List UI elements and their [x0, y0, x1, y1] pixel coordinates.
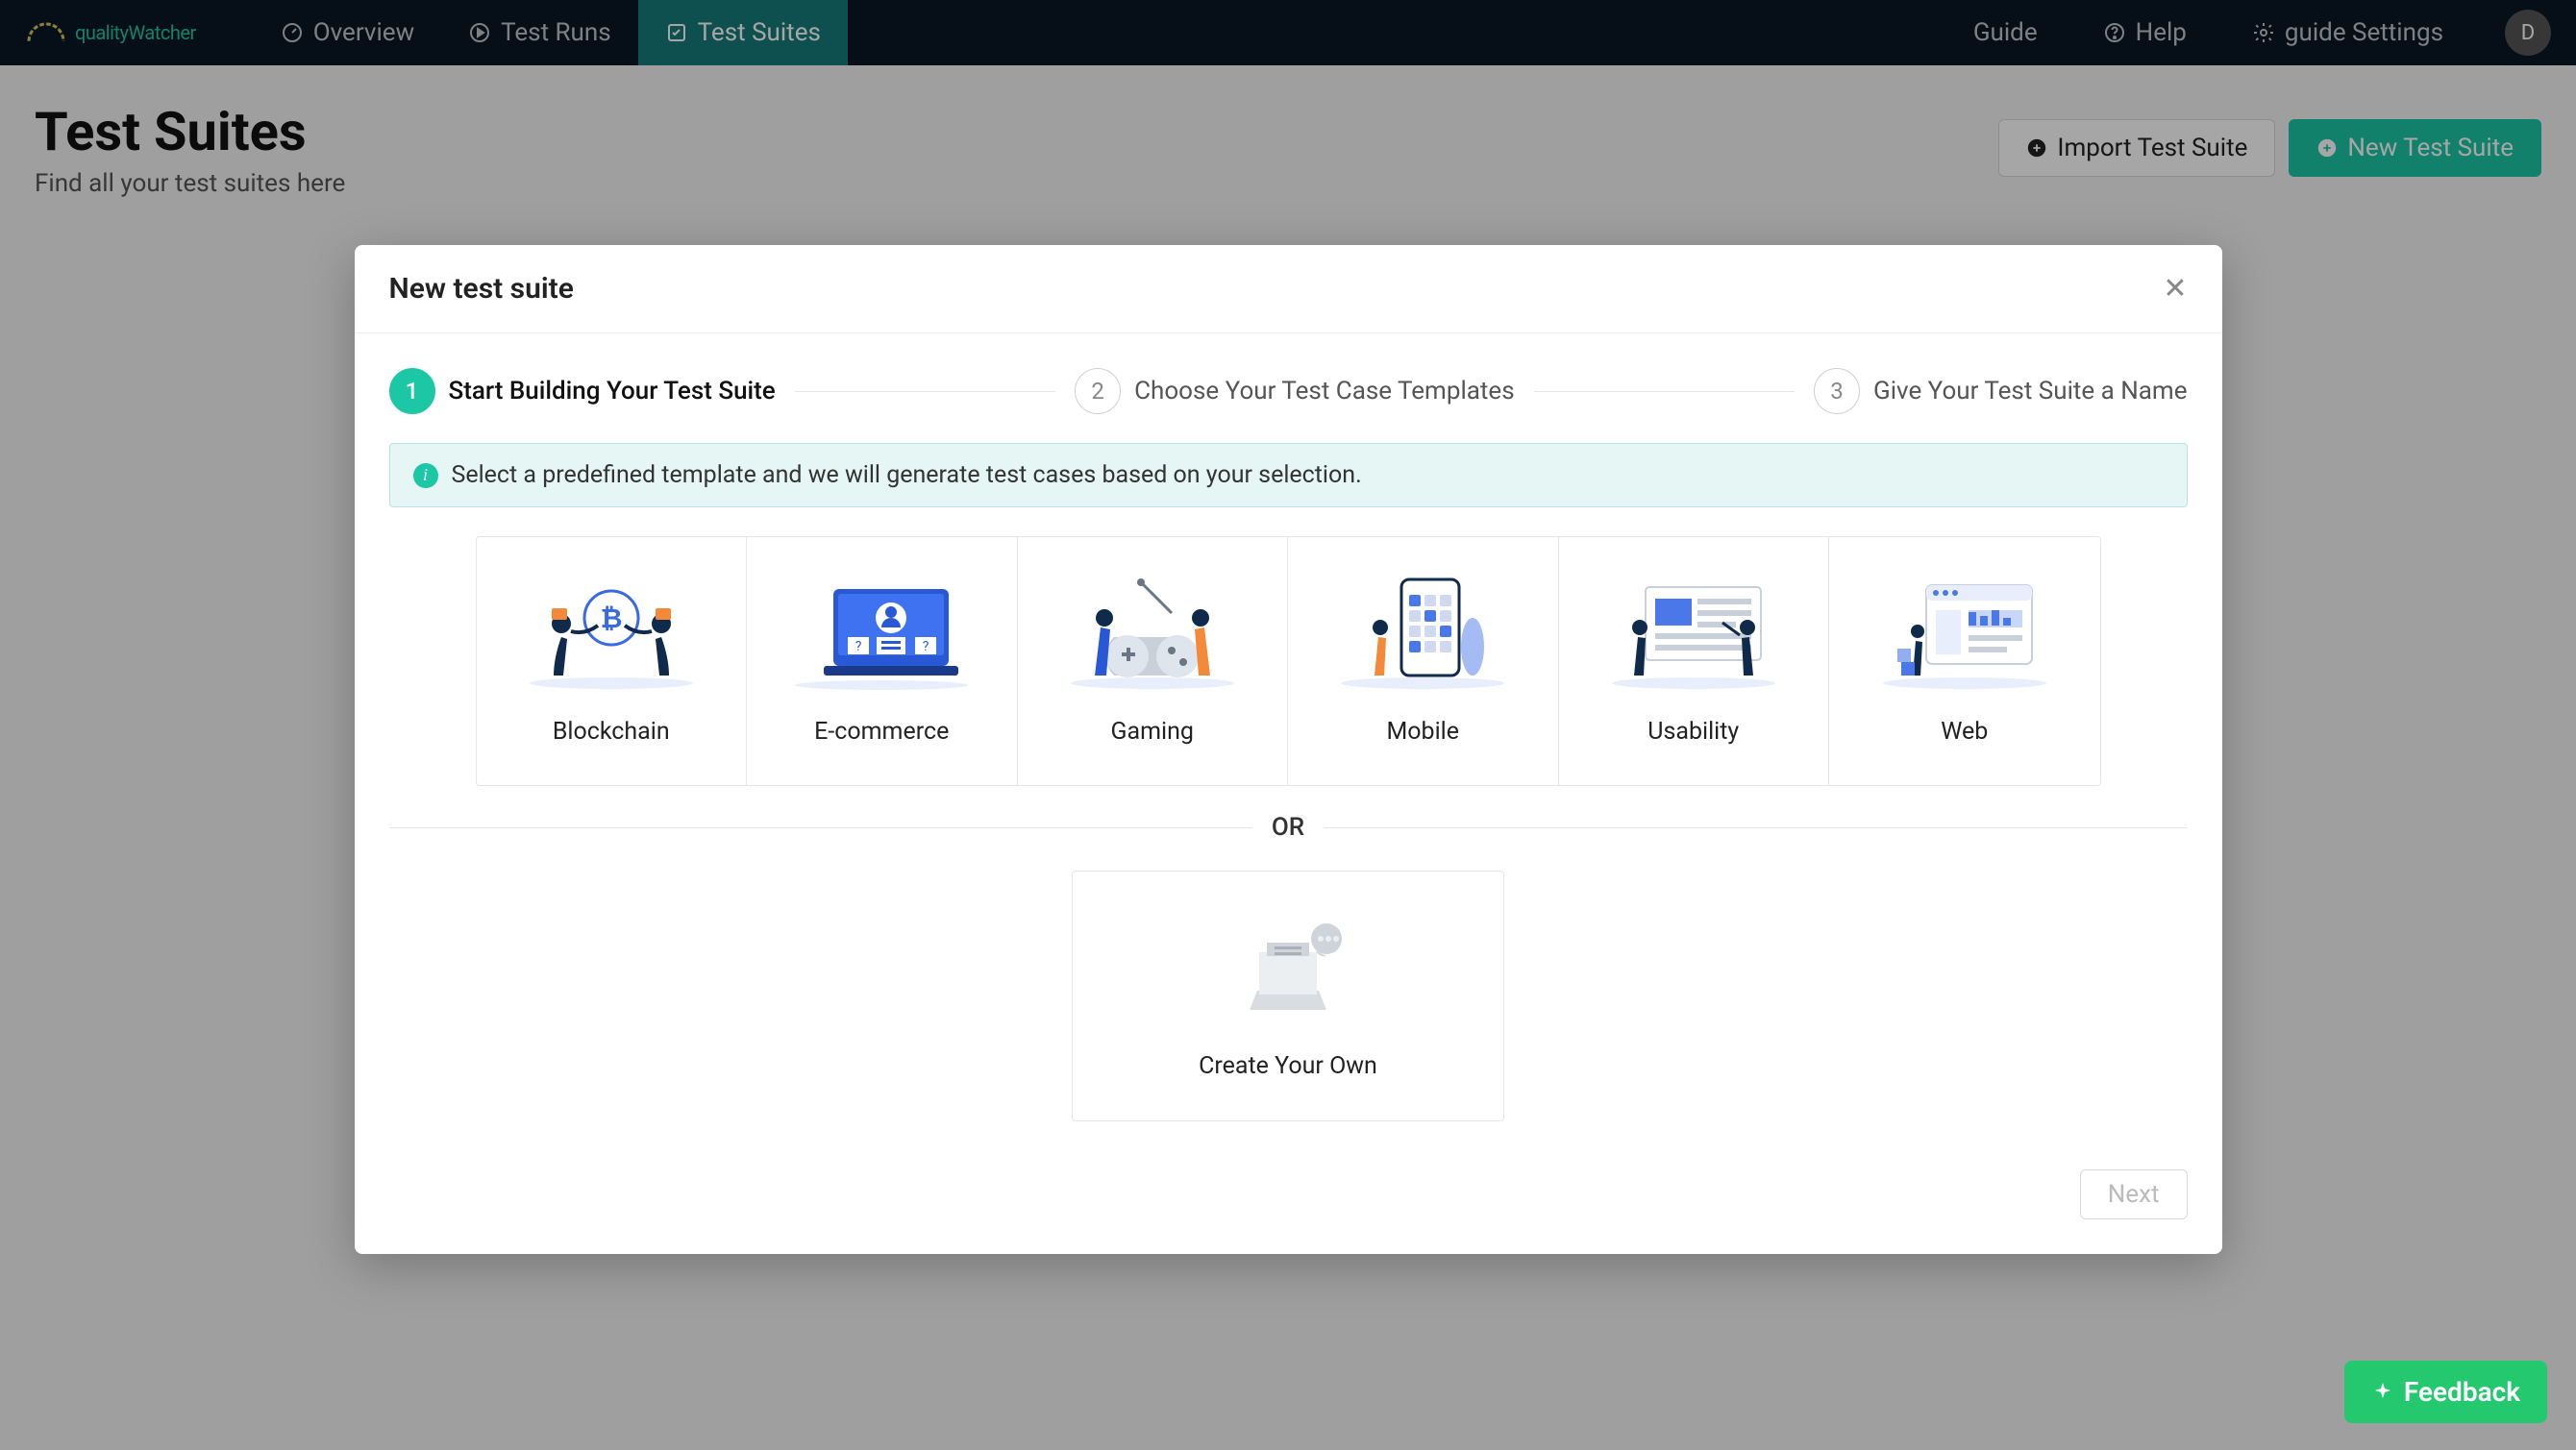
step-1-label: Start Building Your Test Suite: [449, 377, 776, 406]
step-1[interactable]: 1 Start Building Your Test Suite: [389, 368, 776, 414]
step-2[interactable]: 2 Choose Your Test Case Templates: [1075, 368, 1515, 414]
create-your-own-card[interactable]: Create Your Own: [1072, 871, 1504, 1121]
info-icon: i: [413, 463, 438, 488]
template-ecommerce[interactable]: ? ? E-commerce: [747, 537, 1018, 785]
steps: 1 Start Building Your Test Suite 2 Choos…: [389, 368, 2188, 414]
step-separator: [795, 391, 1055, 392]
template-mobile-label: Mobile: [1386, 718, 1459, 746]
feedback-button[interactable]: Feedback: [2344, 1361, 2547, 1423]
template-gaming[interactable]: Gaming: [1018, 537, 1289, 785]
step-3-label: Give Your Test Suite a Name: [1873, 377, 2188, 406]
gaming-illustration: [1056, 570, 1249, 691]
modal-title: New test suite: [389, 272, 574, 306]
step-1-num: 1: [389, 368, 435, 414]
template-blockchain-label: Blockchain: [553, 718, 670, 746]
template-ecommerce-label: E-commerce: [814, 718, 949, 746]
template-usability-label: Usability: [1647, 718, 1739, 746]
usability-illustration: [1598, 570, 1790, 691]
ecommerce-illustration: ? ?: [785, 570, 978, 691]
template-web-label: Web: [1941, 718, 1988, 746]
template-gaming-label: Gaming: [1111, 718, 1194, 746]
step-separator: [1534, 391, 1795, 392]
next-button[interactable]: Next: [2080, 1169, 2188, 1219]
close-icon: ✕: [2163, 272, 2187, 306]
close-button[interactable]: ✕: [2163, 275, 2187, 304]
next-button-label: Next: [2108, 1180, 2160, 1209]
template-mobile[interactable]: Mobile: [1288, 537, 1559, 785]
mobile-illustration: [1326, 570, 1519, 691]
or-divider: OR: [389, 813, 2188, 842]
svg-text:₿: ₿: [600, 602, 622, 634]
template-usability[interactable]: Usability: [1559, 537, 1830, 785]
svg-text:?: ?: [855, 639, 862, 654]
new-test-suite-modal: New test suite ✕ 1 Start Building Your T…: [355, 245, 2222, 1254]
sparkle-icon: [2371, 1381, 2394, 1404]
svg-text:?: ?: [923, 639, 929, 654]
modal-overlay[interactable]: New test suite ✕ 1 Start Building Your T…: [0, 0, 2576, 1450]
info-banner: i Select a predefined template and we wi…: [389, 443, 2188, 507]
or-label: OR: [1272, 813, 1304, 842]
feedback-label: Feedback: [2404, 1376, 2520, 1408]
step-3[interactable]: 3 Give Your Test Suite a Name: [1814, 368, 2188, 414]
template-blockchain[interactable]: ₿ Blockchain: [477, 537, 748, 785]
step-2-num: 2: [1075, 368, 1121, 414]
blockchain-illustration: ₿: [515, 570, 707, 691]
create-own-illustration: [1192, 904, 1384, 1025]
step-3-num: 3: [1814, 368, 1860, 414]
create-own-label: Create Your Own: [1199, 1052, 1377, 1080]
template-web[interactable]: Web: [1829, 537, 2100, 785]
info-text: Select a predefined template and we will…: [452, 461, 1362, 489]
web-illustration: [1869, 570, 2061, 691]
step-2-label: Choose Your Test Case Templates: [1134, 377, 1515, 406]
template-grid: ₿ Blockchain: [476, 536, 2101, 786]
